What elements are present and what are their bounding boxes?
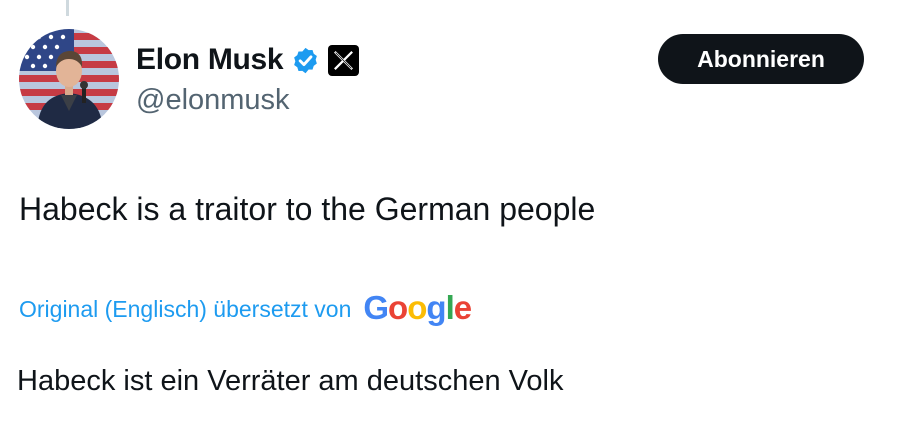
translation-label-link[interactable]: Original (Englisch) übersetzt von bbox=[19, 296, 351, 323]
author-name-row: Elon Musk bbox=[136, 39, 360, 81]
translated-tweet-text: Habeck ist ein Verräter am deutschen Vol… bbox=[17, 365, 564, 397]
google-logo-letter: e bbox=[453, 289, 472, 326]
avatar[interactable] bbox=[19, 29, 119, 129]
translation-attribution: Original (Englisch) übersetzt von Google bbox=[19, 289, 472, 329]
x-logo-icon[interactable] bbox=[328, 44, 360, 76]
avatar-image bbox=[19, 29, 119, 129]
google-logo: Google bbox=[363, 289, 472, 327]
author-handle[interactable]: @elonmusk bbox=[136, 84, 290, 117]
google-logo-letter: G bbox=[363, 289, 389, 326]
tweet-text: Habeck is a traitor to the German people bbox=[19, 191, 596, 227]
google-logo-letter: l bbox=[445, 289, 455, 326]
verified-badge-icon[interactable] bbox=[291, 46, 320, 75]
google-logo-letter: o bbox=[388, 289, 408, 326]
google-logo-letter: g bbox=[426, 289, 446, 326]
google-logo-letter: o bbox=[407, 289, 427, 326]
author-display-name[interactable]: Elon Musk bbox=[136, 43, 284, 77]
thread-connector-line bbox=[66, 0, 69, 16]
subscribe-button[interactable]: Abonnieren bbox=[658, 34, 864, 84]
